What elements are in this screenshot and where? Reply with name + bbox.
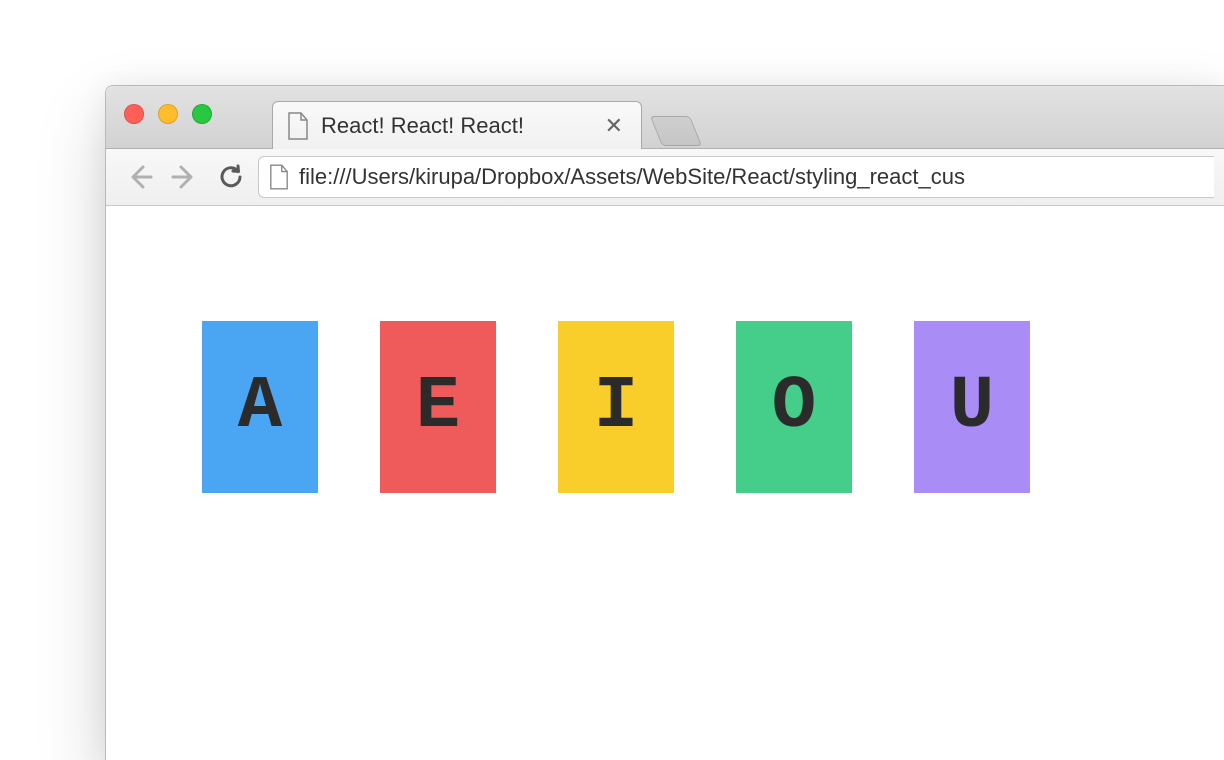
letter-box: U [914, 321, 1030, 493]
letter: I [594, 365, 638, 449]
letter-box: I [558, 321, 674, 493]
reload-button[interactable] [212, 158, 250, 196]
browser-tab[interactable]: React! React! React! ✕ [272, 101, 642, 149]
arrow-right-icon [171, 163, 199, 191]
letter: O [772, 365, 816, 449]
browser-window: React! React! React! ✕ f [105, 85, 1224, 760]
file-icon [269, 164, 289, 190]
letter-box: O [736, 321, 852, 493]
letter-box: E [380, 321, 496, 493]
page-icon [287, 112, 309, 140]
tab-title: React! React! React! [321, 113, 524, 139]
forward-button[interactable] [166, 158, 204, 196]
letter: A [238, 365, 282, 449]
new-tab-button[interactable] [650, 116, 702, 146]
maximize-window-button[interactable] [192, 104, 212, 124]
close-window-button[interactable] [124, 104, 144, 124]
minimize-window-button[interactable] [158, 104, 178, 124]
address-bar[interactable]: file:///Users/kirupa/Dropbox/Assets/WebS… [258, 156, 1214, 198]
window-controls [124, 104, 212, 124]
letter-box: A [202, 321, 318, 493]
reload-icon [218, 164, 244, 190]
letter: E [416, 365, 460, 449]
url-text: file:///Users/kirupa/Dropbox/Assets/WebS… [299, 164, 965, 190]
tab-strip: React! React! React! ✕ [106, 86, 1224, 149]
page-content: A E I O U [106, 206, 1224, 493]
close-tab-button[interactable]: ✕ [601, 113, 627, 139]
letter: U [950, 365, 994, 449]
back-button[interactable] [120, 158, 158, 196]
arrow-left-icon [125, 163, 153, 191]
toolbar: file:///Users/kirupa/Dropbox/Assets/WebS… [106, 149, 1224, 206]
